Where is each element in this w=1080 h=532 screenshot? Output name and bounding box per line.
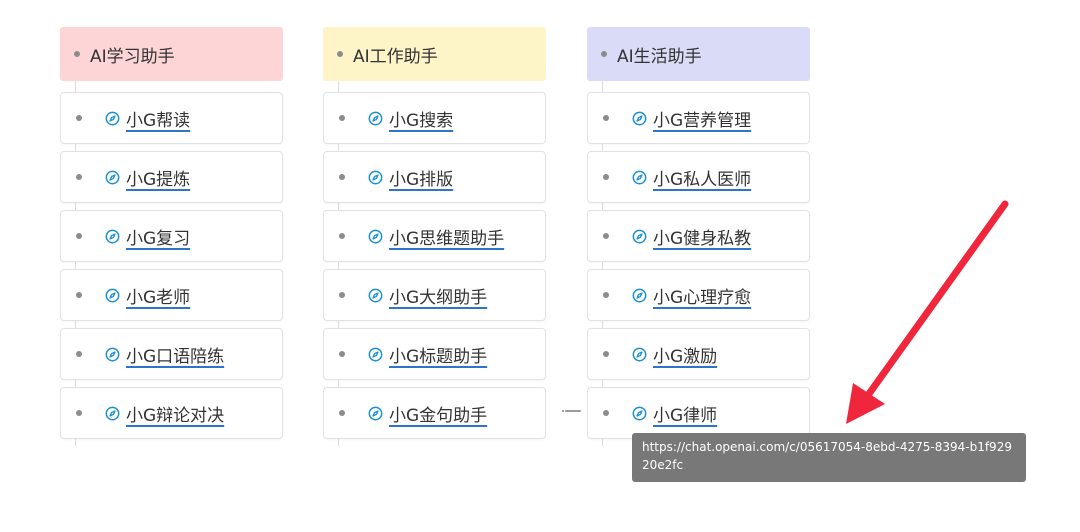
annotation-arrow-icon [846, 200, 1009, 424]
